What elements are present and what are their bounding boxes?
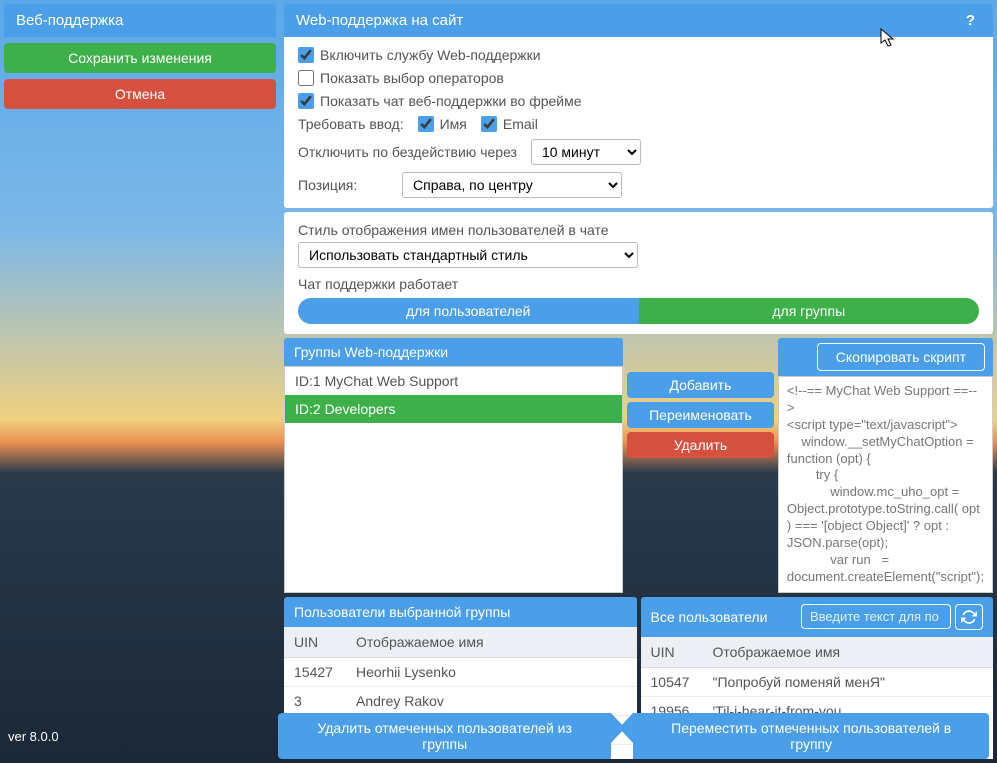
col-name[interactable]: Отображаемое имя bbox=[346, 627, 637, 658]
save-button[interactable]: Сохранить изменения bbox=[4, 43, 276, 73]
groups-header: Группы Web-поддержки bbox=[284, 338, 623, 366]
username-style-select[interactable]: Использовать стандартный стиль bbox=[298, 242, 638, 268]
enable-service-label: Включить службу Web-поддержки bbox=[320, 47, 541, 63]
col-uin[interactable]: UIN bbox=[641, 637, 703, 668]
group-item[interactable]: ID:1 MyChat Web Support bbox=[285, 367, 622, 395]
all-users-header: Все пользователи bbox=[651, 609, 768, 625]
show-operators-label: Показать выбор операторов bbox=[320, 70, 504, 86]
refresh-icon[interactable] bbox=[955, 604, 983, 630]
remove-users-button[interactable]: Удалить отмеченных пользователей из груп… bbox=[278, 713, 611, 759]
copy-script-button[interactable]: Скопировать скрипт bbox=[817, 343, 985, 371]
for-users-tab[interactable]: для пользователей bbox=[298, 298, 639, 324]
col-name[interactable]: Отображаемое имя bbox=[703, 637, 994, 668]
enable-service-checkbox[interactable] bbox=[298, 47, 314, 63]
position-select[interactable]: Справа, по центру bbox=[402, 172, 622, 198]
col-uin[interactable]: UIN bbox=[284, 627, 346, 658]
require-input-label: Требовать ввод: bbox=[298, 116, 404, 132]
move-users-button[interactable]: Переместить отмеченных пользователей в г… bbox=[633, 713, 989, 759]
version-label: ver 8.0.0 bbox=[8, 729, 278, 744]
group-users-header: Пользователи выбранной группы bbox=[294, 604, 510, 620]
help-icon[interactable]: ? bbox=[960, 12, 981, 29]
script-preview[interactable]: <!--== MyChat Web Support ==--> <script … bbox=[778, 376, 993, 593]
rename-group-button[interactable]: Переименовать bbox=[627, 402, 774, 428]
show-chat-frame-label: Показать чат веб-поддержки во фрейме bbox=[320, 93, 582, 109]
main-title: Web-поддержка на сайт bbox=[296, 12, 463, 29]
for-group-tab[interactable]: для группы bbox=[639, 298, 980, 324]
require-email-label: Email bbox=[503, 116, 538, 132]
username-style-label: Стиль отображения имен пользователей в ч… bbox=[298, 222, 979, 238]
chat-works-label: Чат поддержки работает bbox=[298, 276, 979, 292]
position-label: Позиция: bbox=[298, 177, 388, 193]
idle-disconnect-select[interactable]: 10 минут bbox=[531, 139, 641, 165]
style-panel: Стиль отображения имен пользователей в ч… bbox=[284, 212, 993, 334]
table-row[interactable]: 15427Heorhii Lysenko bbox=[284, 657, 637, 686]
show-operators-checkbox[interactable] bbox=[298, 70, 314, 86]
require-name-label: Имя bbox=[440, 116, 467, 132]
main-header: Web-поддержка на сайт ? bbox=[284, 4, 993, 37]
group-item[interactable]: ID:2 Developers bbox=[285, 395, 622, 423]
delete-group-button[interactable]: Удалить bbox=[627, 432, 774, 458]
table-row[interactable]: 10547"Попробуй поменяй менЯ" bbox=[641, 667, 994, 696]
add-group-button[interactable]: Добавить bbox=[627, 372, 774, 398]
require-email-checkbox[interactable] bbox=[481, 116, 497, 132]
show-chat-frame-checkbox[interactable] bbox=[298, 93, 314, 109]
groups-list: ID:1 MyChat Web SupportID:2 Developers bbox=[284, 366, 623, 593]
sidebar-title: Веб-поддержка bbox=[4, 4, 276, 37]
search-input[interactable] bbox=[801, 604, 951, 629]
cancel-button[interactable]: Отмена bbox=[4, 79, 276, 109]
settings-panel: Включить службу Web-поддержки Показать в… bbox=[284, 37, 993, 208]
idle-disconnect-label: Отключить по бездействию через bbox=[298, 144, 517, 160]
require-name-checkbox[interactable] bbox=[418, 116, 434, 132]
